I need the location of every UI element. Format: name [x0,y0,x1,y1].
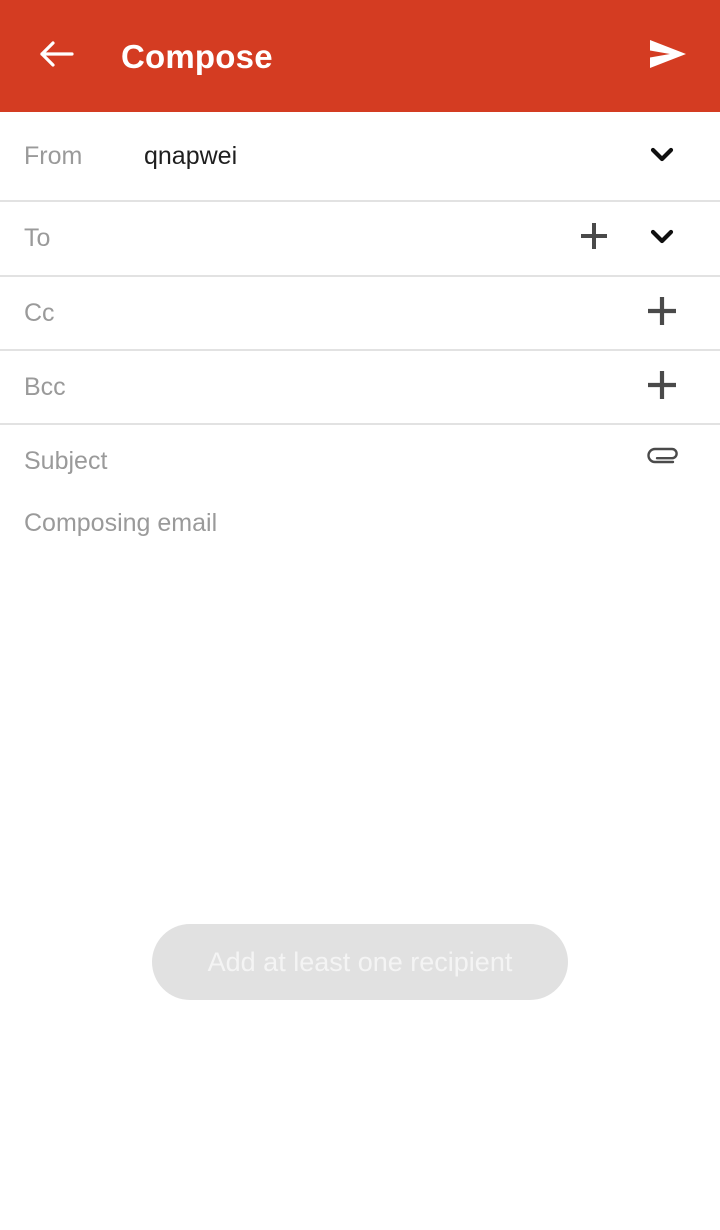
plus-icon [644,293,680,334]
paperclip-icon [643,444,681,479]
toast-message: Add at least one recipient [152,924,568,1000]
arrow-left-icon [36,34,76,79]
compose-fields: From qnapwei To Cc Bcc Subject [0,112,720,499]
subject-row-actions [634,425,720,497]
cc-add-recipient-button[interactable] [634,285,690,341]
back-button[interactable] [24,24,88,88]
subject-label: Subject [24,446,108,475]
page-title: Compose [121,37,273,75]
to-row-actions [566,202,720,275]
from-row-actions [634,112,720,200]
bcc-add-recipient-button[interactable] [634,359,690,415]
chevron-down-icon [645,219,679,258]
compose-screen: Compose From qnapwei To Cc Bcc Subject C… [0,0,720,1230]
field-row-to[interactable]: To [0,202,720,277]
field-row-bcc[interactable]: Bcc [0,351,720,425]
send-icon [646,34,690,79]
attach-file-button[interactable] [634,433,690,489]
from-value[interactable]: qnapwei [144,143,237,169]
toast-text: Add at least one recipient [207,946,513,977]
plus-icon [577,219,611,258]
cc-row-actions [634,277,720,349]
chevron-down-icon [645,137,679,176]
plus-icon [644,367,680,408]
body-placeholder: Composing email [24,509,218,537]
field-row-subject[interactable]: Subject [0,425,720,499]
bcc-row-actions [634,351,720,423]
send-button[interactable] [636,24,700,88]
cc-label: Cc [24,298,55,327]
from-label: From [24,141,83,170]
field-row-cc[interactable]: Cc [0,277,720,351]
to-add-recipient-button[interactable] [566,211,622,267]
bcc-label: Bcc [24,372,66,401]
message-body-area[interactable]: Composing email [0,497,720,1230]
field-row-from[interactable]: From qnapwei [0,112,720,202]
from-dropdown-button[interactable] [634,128,690,184]
to-label: To [24,224,51,252]
app-bar: Compose [0,0,720,112]
to-dropdown-button[interactable] [634,211,690,267]
